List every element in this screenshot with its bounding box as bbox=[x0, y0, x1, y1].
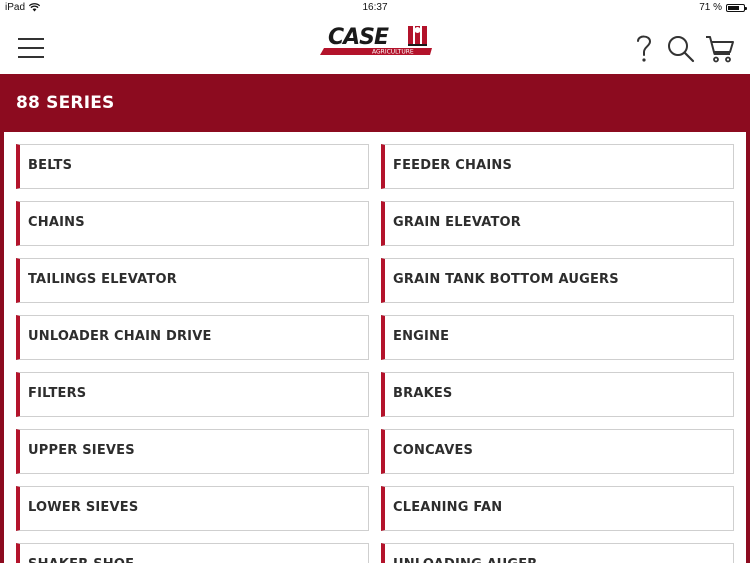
category-item-label: CONCAVES bbox=[393, 443, 474, 458]
category-item-label: UNLOADER CHAIN DRIVE bbox=[28, 329, 212, 344]
help-button[interactable] bbox=[633, 32, 655, 64]
question-icon bbox=[637, 35, 652, 62]
category-item[interactable]: TAILINGS ELEVATOR bbox=[16, 258, 369, 303]
category-item-label: BELTS bbox=[28, 158, 73, 173]
category-item-label: BRAKES bbox=[393, 386, 453, 401]
category-item-label: CLEANING FAN bbox=[393, 500, 503, 515]
category-item[interactable]: BRAKES bbox=[381, 372, 734, 417]
hamburger-icon bbox=[18, 38, 44, 58]
category-item-label: SHAKER SHOE bbox=[28, 557, 134, 563]
category-item[interactable]: UNLOADING AUGER bbox=[381, 543, 734, 563]
content-frame: BELTS FEEDER CHAINS CHAINS GRAIN ELEVATOR TA… bbox=[0, 132, 750, 563]
category-item[interactable]: ENGINE bbox=[381, 315, 734, 360]
logo-sub-text: AGRICULTURE bbox=[372, 49, 414, 56]
page-title: 88 SERIES bbox=[16, 93, 115, 113]
category-list-container[interactable]: BELTS FEEDER CHAINS CHAINS GRAIN ELEVATOR TA… bbox=[4, 132, 746, 563]
case-logo: CASE AGRICULTURE bbox=[320, 24, 432, 56]
category-item[interactable]: GRAIN ELEVATOR bbox=[381, 201, 734, 246]
menu-button[interactable] bbox=[18, 38, 44, 60]
ih-emblem bbox=[408, 26, 427, 46]
category-item-label: LOWER SIEVES bbox=[28, 500, 139, 515]
category-item[interactable]: BELTS bbox=[16, 144, 369, 189]
category-item[interactable]: LOWER SIEVES bbox=[16, 486, 369, 531]
status-right: 71 % bbox=[699, 2, 747, 13]
category-item-label: CHAINS bbox=[28, 215, 85, 230]
category-item-label: FEEDER CHAINS bbox=[393, 158, 513, 173]
cart-button[interactable] bbox=[705, 35, 735, 63]
title-bar: 88 SERIES bbox=[0, 74, 750, 132]
category-item[interactable]: FILTERS bbox=[16, 372, 369, 417]
category-item-label: UNLOADING AUGER bbox=[393, 557, 538, 563]
category-item[interactable]: CLEANING FAN bbox=[381, 486, 734, 531]
category-item[interactable]: FEEDER CHAINS bbox=[381, 144, 734, 189]
category-item-label: UPPER SIEVES bbox=[28, 443, 135, 458]
category-item[interactable]: UPPER SIEVES bbox=[16, 429, 369, 474]
category-item[interactable]: GRAIN TANK BOTTOM AUGERS bbox=[381, 258, 734, 303]
status-bar: iPad 16:37 71 % bbox=[0, 0, 750, 16]
category-item-label: ENGINE bbox=[393, 329, 450, 344]
category-grid: BELTS FEEDER CHAINS CHAINS GRAIN ELEVATOR TA… bbox=[16, 144, 734, 563]
cart-icon bbox=[706, 36, 734, 63]
category-item[interactable]: CONCAVES bbox=[381, 429, 734, 474]
battery-fill bbox=[728, 5, 739, 10]
battery-icon bbox=[726, 3, 747, 12]
logo-brand-text: CASE bbox=[328, 25, 389, 50]
category-item[interactable]: SHAKER SHOE bbox=[16, 543, 369, 563]
category-item-label: GRAIN ELEVATOR bbox=[393, 215, 521, 230]
status-time: 16:37 bbox=[362, 2, 388, 13]
category-item-label: TAILINGS ELEVATOR bbox=[28, 272, 177, 287]
category-item-label: GRAIN TANK BOTTOM AUGERS bbox=[393, 272, 619, 287]
category-item[interactable]: UNLOADER CHAIN DRIVE bbox=[16, 315, 369, 360]
search-icon bbox=[668, 36, 695, 63]
battery-percent: 71 % bbox=[699, 2, 722, 13]
search-button[interactable] bbox=[667, 35, 695, 63]
app-header: CASE AGRICULTURE bbox=[0, 16, 750, 74]
category-item-label: FILTERS bbox=[28, 386, 87, 401]
category-item[interactable]: CHAINS bbox=[16, 201, 369, 246]
